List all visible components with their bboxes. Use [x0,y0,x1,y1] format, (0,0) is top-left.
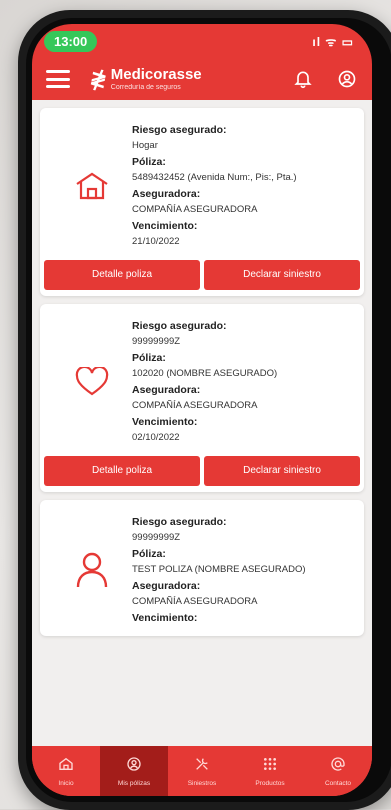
field-label: Póliza: [132,548,166,560]
tab-label: Productos [255,779,285,787]
field-label: Riesgo asegurado: [132,124,227,136]
field-value: COMPAÑÍA ASEGURADORA [132,204,258,215]
tab-label: Mis pólizas [117,779,151,787]
tab-label: Contacto [324,779,352,787]
field-value: COMPAÑÍA ASEGURADORA [132,596,258,607]
app-header: ≹ Medicorasse Correduría de seguros [32,58,372,100]
tab-mis-p-lizas[interactable]: Mis pólizas [100,746,168,796]
shield-icon [126,756,142,777]
status-bar: 13:00 ıl ᯤ ▭ [32,24,372,58]
app-screen: 13:00 ıl ᯤ ▭ ≹ Medicorasse Correduría de… [32,24,372,796]
brand-name: Medicorasse [110,66,202,83]
field-label: Riesgo asegurado: [132,320,227,332]
user-profile-icon[interactable] [336,68,358,90]
report-claim-button[interactable]: Declarar siniestro [204,260,360,290]
field-label: Aseguradora: [132,580,201,592]
field-label: Vencimiento: [132,612,198,624]
phone-frame: 13:00 ıl ᯤ ▭ ≹ Medicorasse Correduría de… [18,10,391,810]
field-label: Aseguradora: [132,384,201,396]
policy-card: Riesgo asegurado: Hogar Póliza: 5489432452 … [40,108,364,296]
person-icon [52,514,132,626]
report-claim-button[interactable]: Declarar siniestro [204,456,360,486]
heart-icon [52,318,132,446]
field-label: Póliza: [132,352,166,364]
brand-tagline: Correduría de seguros [110,84,181,91]
house-icon [52,122,132,250]
field-label: Vencimiento: [132,416,198,428]
tab-productos[interactable]: Productos [236,746,304,796]
status-icons: ıl ᯤ ▭ [312,34,354,49]
policy-detail-button[interactable]: Detalle poliza [44,456,200,486]
field-label: Riesgo asegurado: [132,516,227,528]
tab-contacto[interactable]: Contacto [304,746,372,796]
grid-icon [262,756,278,777]
field-value: Hogar [132,140,158,151]
field-label: Vencimiento: [132,220,198,232]
hamburger-menu-icon[interactable] [46,70,70,88]
policy-card: Riesgo asegurado: 99999999Z Póliza: 102020 … [40,304,364,492]
tab-label: Inicio [58,779,74,787]
brand-mark-icon: ≹ [87,68,109,91]
tools-icon [194,756,210,777]
field-value: TEST POLIZA (NOMBRE ASEGURADO) [132,564,306,575]
policy-list[interactable]: Riesgo asegurado: Hogar Póliza: 5489432452 … [32,100,372,746]
bell-icon[interactable] [292,68,314,90]
field-label: Póliza: [132,156,166,168]
policy-detail-button[interactable]: Detalle poliza [44,260,200,290]
field-value: 102020 (NOMBRE ASEGURADO) [132,368,278,379]
field-value: 99999999Z [132,336,181,347]
field-label: Aseguradora: [132,188,201,200]
field-value: COMPAÑÍA ASEGURADORA [132,400,258,411]
policy-card: Riesgo asegurado: 99999999Z Póliza: TEST PO… [40,500,364,636]
field-value: 02/10/2022 [132,432,180,443]
brand-logo: ≹ Medicorasse Correduría de seguros [87,66,202,92]
tab-label: Siniestros [187,779,217,787]
status-time: 13:00 [44,30,98,52]
field-value: 99999999Z [132,532,181,543]
tab-siniestros[interactable]: Siniestros [168,746,236,796]
home-icon [58,756,74,777]
tab-inicio[interactable]: Inicio [32,746,100,796]
field-value: 21/10/2022 [132,236,180,247]
field-value: 5489432452 (Avenida Num:, Pis:, Pta.) [132,172,297,183]
at-icon [330,756,346,777]
bottom-tab-bar: Inicio Mis pólizas Siniestros Productos Cont… [32,746,372,796]
